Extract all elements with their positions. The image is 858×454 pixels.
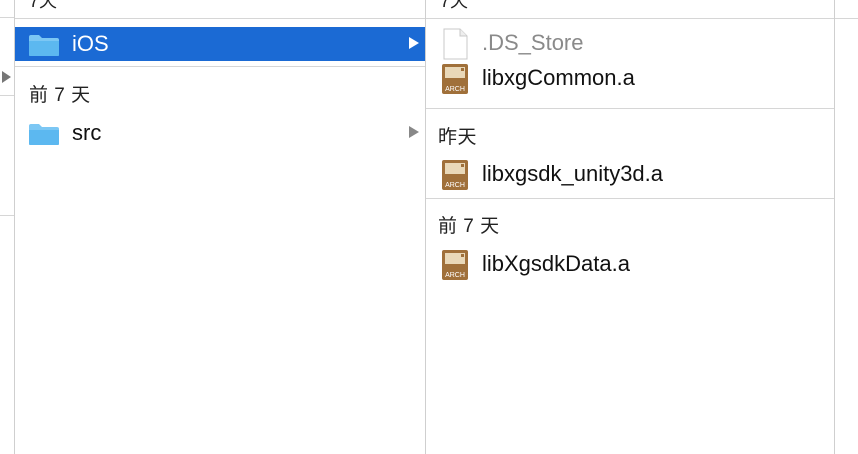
previous-column[interactable] — [0, 0, 15, 454]
folder-row-ios[interactable]: iOS — [15, 27, 425, 61]
folder-name: iOS — [72, 31, 109, 56]
folder-name: src — [72, 120, 102, 145]
group-header-label: 7天 — [440, 0, 469, 11]
folder-icon — [29, 124, 59, 145]
folder-icon — [29, 35, 59, 56]
folder-row-src[interactable]: src — [15, 116, 425, 150]
archive-icon: ARCH — [442, 250, 468, 280]
disclosure-arrow-icon — [409, 37, 419, 49]
group-header: 7天 — [15, 0, 425, 19]
file-row-libxgsdkdata[interactable]: ARCH libXgsdkData.a — [426, 248, 834, 282]
file-row-libxgsdk-unity3d[interactable]: ARCH libxgsdk_unity3d.a — [426, 158, 834, 192]
divider — [0, 215, 14, 216]
empty-column[interactable] — [835, 0, 858, 454]
section-label: 昨天 — [438, 127, 478, 148]
file-name: libxgCommon.a — [482, 65, 635, 90]
section-label: 前 7 天 — [438, 216, 500, 237]
file-name: .DS_Store — [482, 30, 584, 55]
disclosure-arrow-icon — [2, 71, 11, 83]
group-header — [835, 0, 858, 19]
svg-text:ARCH: ARCH — [445, 182, 465, 189]
divider — [426, 108, 834, 109]
divider — [426, 198, 834, 199]
file-name: libXgsdkData.a — [482, 251, 630, 276]
archive-icon: ARCH — [442, 160, 468, 190]
blank-document-icon — [443, 28, 468, 60]
group-header: 7天 — [426, 0, 834, 19]
divider — [0, 95, 14, 96]
svg-text:ARCH: ARCH — [445, 272, 465, 279]
archive-icon: ARCH — [442, 64, 468, 94]
section-label: 前 7 天 — [29, 85, 91, 106]
file-column[interactable]: 7天 .DS_Store ARCH libxgCommon.a 昨天 ARCH … — [426, 0, 835, 454]
group-header-label: 7天 — [29, 0, 58, 11]
divider — [15, 66, 425, 67]
file-row-ds-store[interactable]: .DS_Store — [426, 27, 834, 61]
folder-column[interactable]: 7天 iOS 前 7 天 src — [15, 0, 426, 454]
svg-text:ARCH: ARCH — [445, 86, 465, 93]
disclosure-arrow-icon — [409, 126, 419, 138]
divider — [0, 17, 14, 18]
file-name: libxgsdk_unity3d.a — [482, 161, 664, 186]
file-row-libxgcommon[interactable]: ARCH libxgCommon.a — [426, 62, 834, 96]
